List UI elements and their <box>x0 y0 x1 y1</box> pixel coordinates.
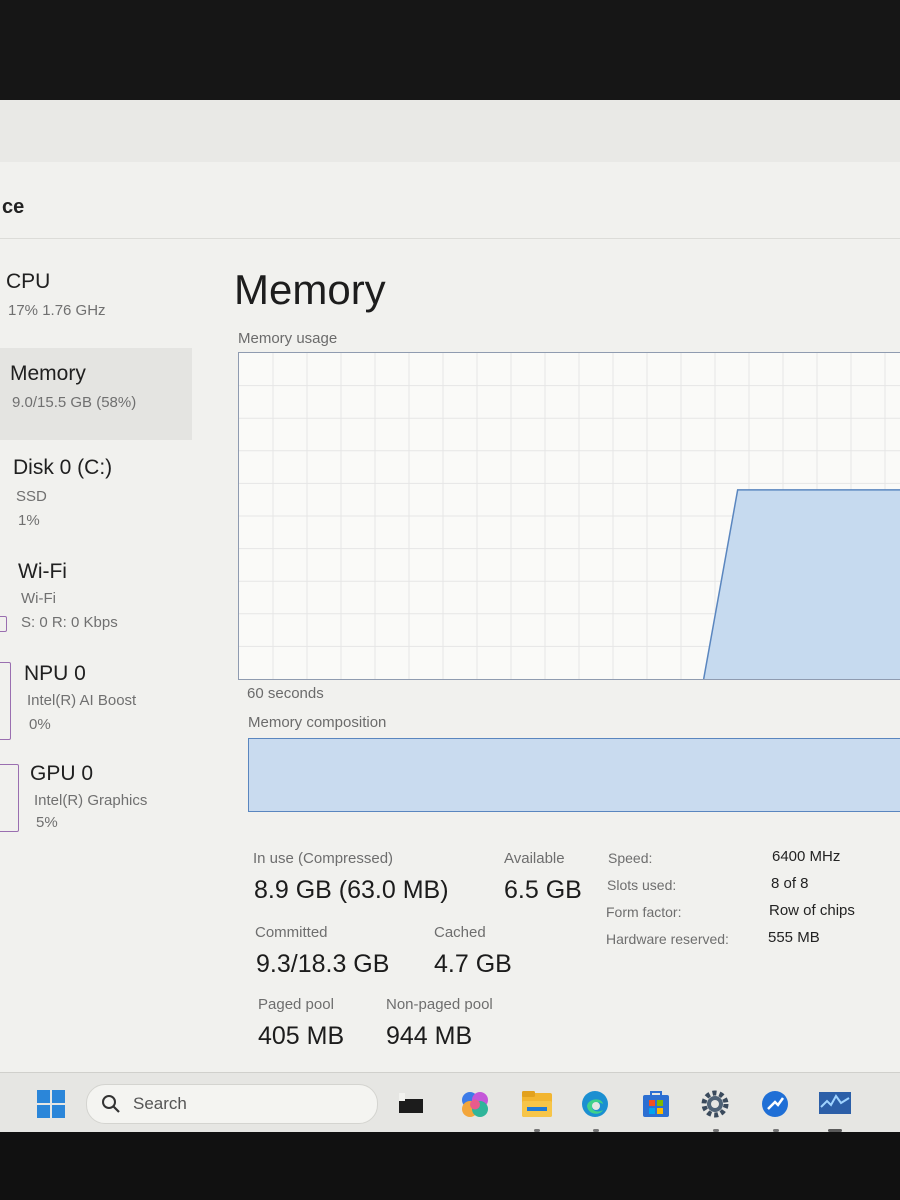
window-title: ce <box>2 196 25 218</box>
sidebar-item-title: NPU 0 <box>24 662 86 685</box>
sidebar-item-detail: Wi-Fi <box>21 590 56 607</box>
non-paged-pool-label: Non-paged pool <box>386 996 493 1013</box>
sidebar-item-usage: S: 0 R: 0 Kbps <box>21 614 118 631</box>
slots-used-label: Slots used: <box>607 877 677 893</box>
sidebar-item-memory[interactable]: Memory 9.0/15.5 GB (58%) <box>0 348 192 440</box>
committed-value: 9.3/18.3 GB <box>256 950 390 978</box>
memory-usage-graph <box>238 352 900 680</box>
monitor-bezel-bottom <box>0 1132 900 1200</box>
cached-value: 4.7 GB <box>434 950 512 978</box>
header-divider <box>0 238 900 239</box>
sidebar-item-wifi[interactable]: Wi-Fi Wi-Fi S: 0 R: 0 Kbps <box>0 552 192 642</box>
sidebar-item-disk[interactable]: Disk 0 (C:) SSD 1% <box>0 446 192 538</box>
available-value: 6.5 GB <box>504 876 582 904</box>
cached-label: Cached <box>434 924 486 941</box>
app-icon[interactable] <box>760 1089 790 1119</box>
sidebar-item-detail: Intel(R) AI Boost <box>27 692 137 709</box>
sidebar-item-usage: 0% <box>29 716 51 733</box>
sidebar-item-title: GPU 0 <box>30 762 94 785</box>
hardware-reserved-value: 555 MB <box>768 929 820 946</box>
sidebar-item-usage: 5% <box>36 814 58 831</box>
slots-used-value: 8 of 8 <box>771 875 809 892</box>
non-paged-pool-value: 944 MB <box>386 1022 473 1050</box>
memory-composition-label: Memory composition <box>248 714 387 731</box>
form-factor-label: Form factor: <box>606 904 682 920</box>
task-manager-window: ce CPU 17% 1.76 GHz Memory 9.0/15.5 GB (… <box>0 100 900 1132</box>
sidebar-item-usage: 1% <box>18 512 40 529</box>
memory-composition-bar <box>248 738 900 812</box>
sidebar-item-detail: 9.0/15.5 GB (58%) <box>12 394 137 411</box>
file-explorer-icon[interactable] <box>521 1089 552 1119</box>
paged-pool-label: Paged pool <box>258 996 334 1013</box>
windows-start-icon[interactable] <box>36 1089 66 1119</box>
memory-usage-label: Memory usage <box>238 330 338 347</box>
speed-label: Speed: <box>608 850 653 866</box>
title-bar <box>0 100 900 162</box>
sidebar-item-cpu[interactable]: CPU 17% 1.76 GHz <box>0 264 192 342</box>
search-placeholder: Search <box>133 1094 187 1113</box>
wifi-thumbnail-graph <box>0 616 7 632</box>
sidebar-item-detail: 17% 1.76 GHz <box>8 302 106 319</box>
paged-pool-value: 405 MB <box>258 1022 345 1050</box>
page-title: Memory <box>234 266 386 313</box>
in-use-value: 8.9 GB (63.0 MB) <box>254 876 449 904</box>
sidebar-item-title: Wi-Fi <box>18 560 67 583</box>
gpu-thumbnail-graph <box>0 764 19 832</box>
form-factor-value: Row of chips <box>769 902 855 919</box>
available-label: Available <box>504 850 565 867</box>
speed-value: 6400 MHz <box>772 848 841 865</box>
search-icon <box>101 1094 121 1119</box>
sidebar-item-npu[interactable]: NPU 0 Intel(R) AI Boost 0% <box>0 654 192 744</box>
edge-icon[interactable] <box>580 1089 610 1119</box>
sidebar-item-detail: Intel(R) Graphics <box>34 792 148 809</box>
taskbar-search-box[interactable]: Search <box>86 1084 378 1124</box>
task-manager-icon[interactable] <box>818 1089 852 1119</box>
microsoft-store-icon[interactable] <box>641 1089 671 1119</box>
in-use-label: In use (Compressed) <box>253 850 394 867</box>
npu-thumbnail-graph <box>0 662 11 740</box>
copilot-icon[interactable] <box>460 1089 490 1119</box>
sidebar-item-title: Disk 0 (C:) <box>13 456 113 479</box>
committed-label: Committed <box>255 924 328 941</box>
monitor-bezel-top <box>0 0 900 100</box>
settings-icon[interactable] <box>700 1089 730 1119</box>
sidebar-item-detail: SSD <box>16 488 47 505</box>
memory-usage-chart <box>239 353 900 679</box>
sidebar-item-title: CPU <box>6 270 51 293</box>
time-span-label: 60 seconds <box>247 685 324 702</box>
sidebar-item-gpu[interactable]: GPU 0 Intel(R) Graphics 5% <box>0 756 192 836</box>
sidebar-item-title: Memory <box>10 362 86 385</box>
hardware-reserved-label: Hardware reserved: <box>606 931 729 947</box>
taskbar: Search <box>0 1072 900 1132</box>
task-view-icon[interactable] <box>397 1089 427 1119</box>
